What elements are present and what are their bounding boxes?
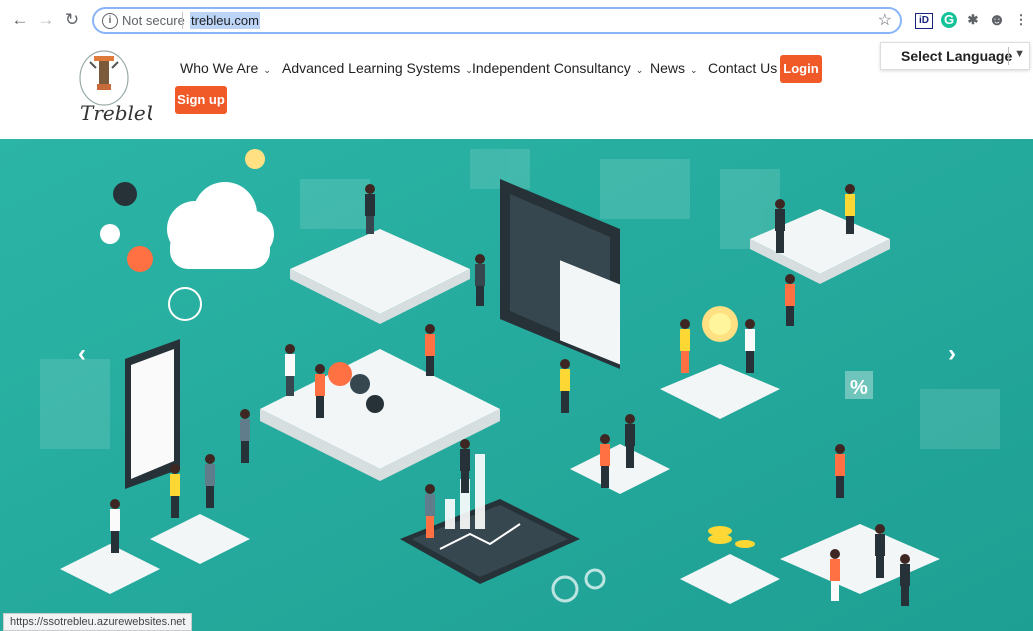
address-bar[interactable]: i Not secure trebleu.com ☆ xyxy=(92,7,902,34)
browser-toolbar: ← → ↻ i Not secure trebleu.com ☆ iD G ✱ … xyxy=(0,0,1033,40)
back-icon[interactable]: ← xyxy=(10,10,30,30)
security-label: Not secure xyxy=(122,13,185,28)
nav-label: News xyxy=(650,60,686,76)
logo-text: TrebleU xyxy=(80,101,152,125)
profile-icon[interactable]: ☻ xyxy=(988,11,1006,29)
site-logo[interactable]: TrebleU xyxy=(72,46,164,130)
slider-next-icon[interactable]: › xyxy=(948,340,956,367)
reload-icon[interactable]: ↻ xyxy=(62,10,82,30)
grammarly-icon[interactable]: G xyxy=(941,12,957,28)
url-text[interactable]: trebleu.com xyxy=(190,12,260,29)
status-bar: https://ssotrebleu.azurewebsites.net xyxy=(3,613,193,631)
chevron-down-icon: ⌄ xyxy=(635,65,644,75)
nav-who-we-are[interactable]: Who We Are ⌄ xyxy=(180,60,271,76)
nav-label: Who We Are xyxy=(180,60,259,76)
hero-banner: % ‹ › xyxy=(0,139,1033,631)
nav-independent-consultancy[interactable]: Independent Consultancy ⌄ xyxy=(472,60,643,76)
hero-illustration: % ‹ › xyxy=(0,139,1033,631)
forward-icon[interactable]: → xyxy=(36,10,56,30)
select-divider xyxy=(1008,47,1009,65)
nav-advanced-learning-systems[interactable]: Advanced Learning Systems ⌄ xyxy=(282,60,473,76)
chevron-down-icon: ⌄ xyxy=(263,65,271,75)
svg-text:%: % xyxy=(850,377,868,399)
separator xyxy=(182,12,183,29)
language-select-label: Select Language xyxy=(901,48,1013,64)
login-button[interactable]: Login xyxy=(780,55,822,83)
menu-dots-icon[interactable]: ⋮ xyxy=(1012,11,1030,29)
dropdown-arrow-icon: ▼ xyxy=(1014,48,1025,60)
nav-label: Independent Consultancy xyxy=(472,60,631,76)
extension-id-icon[interactable]: iD xyxy=(915,13,933,29)
nav-label: Advanced Learning Systems xyxy=(282,60,461,76)
chevron-down-icon: ⌄ xyxy=(690,65,698,75)
puzzle-extensions-icon[interactable]: ✱ xyxy=(964,11,982,29)
language-select[interactable]: Select Language ▼ xyxy=(880,42,1030,70)
signup-button[interactable]: Sign up xyxy=(175,86,227,114)
nav-contact-us[interactable]: Contact Us xyxy=(708,60,777,76)
slider-prev-icon[interactable]: ‹ xyxy=(78,340,86,367)
nav-label: Contact Us xyxy=(708,60,778,76)
nav-news[interactable]: News ⌄ xyxy=(650,60,698,76)
info-icon[interactable]: i xyxy=(102,13,118,29)
bookmark-star-icon[interactable]: ☆ xyxy=(878,10,892,30)
